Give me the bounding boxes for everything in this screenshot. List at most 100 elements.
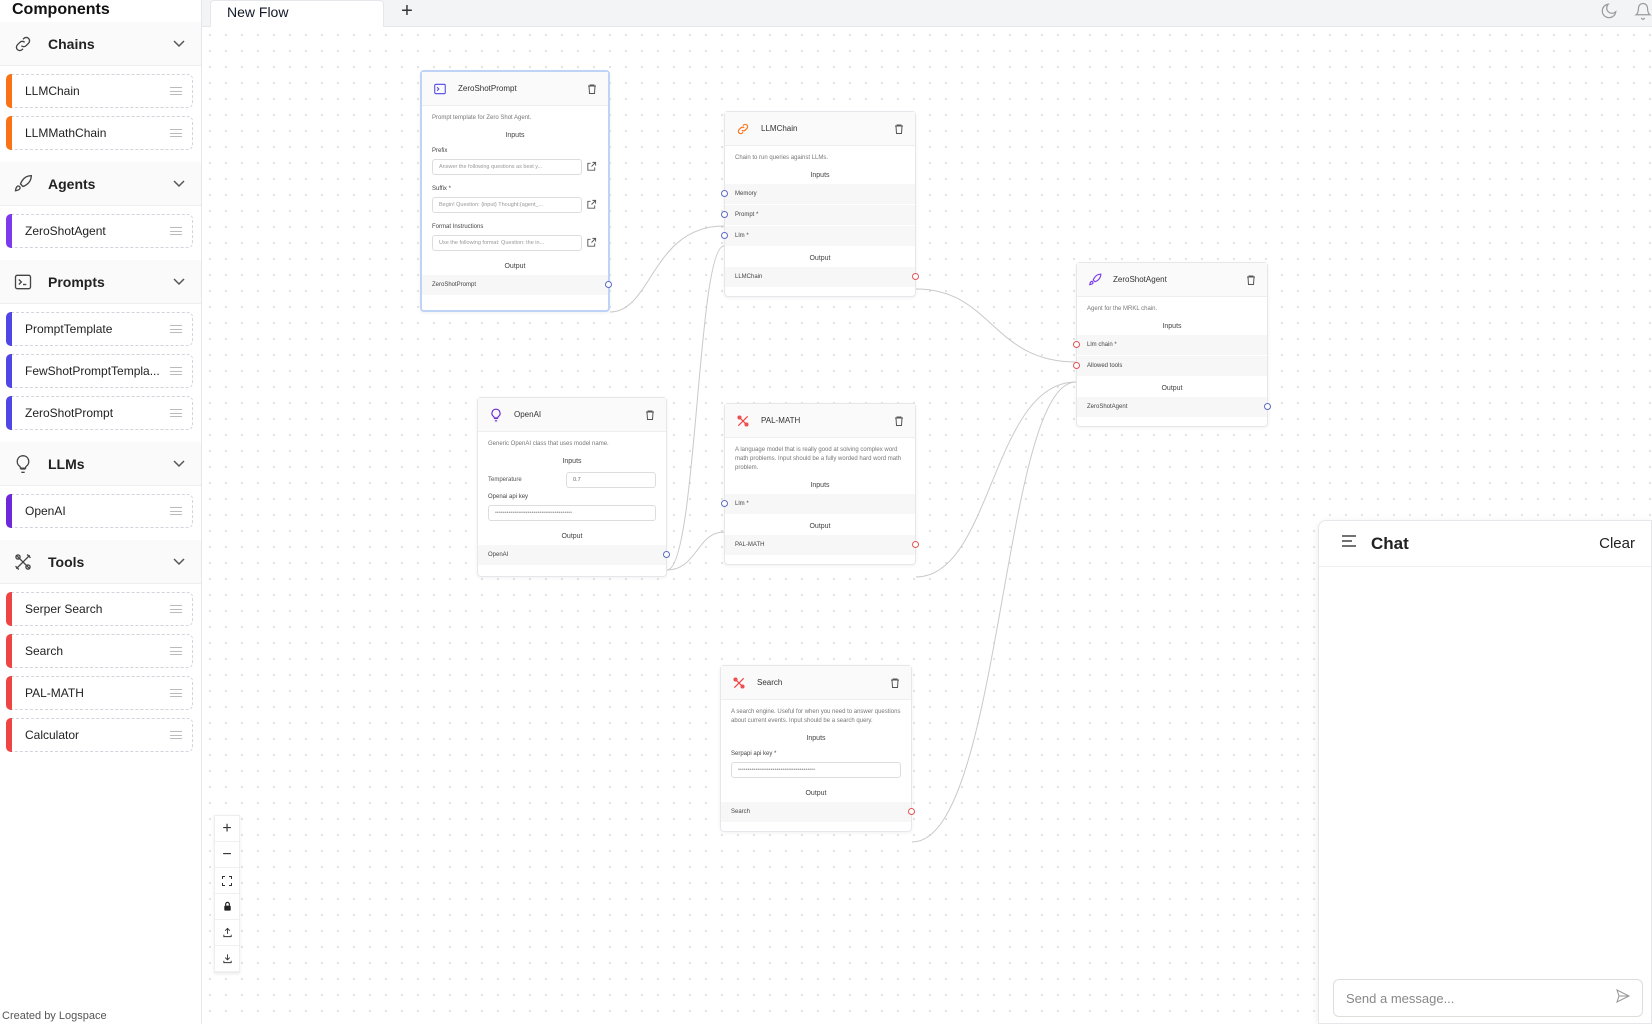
- temperature-label: Temperature: [488, 477, 522, 483]
- sidebar-item-fewshotprompttemplate[interactable]: FewShotPromptTempla...: [6, 354, 193, 388]
- clear-button[interactable]: Clear: [1599, 535, 1635, 552]
- external-link-icon[interactable]: [586, 237, 598, 250]
- node-search[interactable]: Search A search engine. Useful for when …: [720, 665, 915, 832]
- color-bar: [6, 634, 12, 668]
- category-prompts[interactable]: Prompts: [0, 260, 201, 304]
- drag-handle-icon[interactable]: [170, 367, 182, 375]
- input-row-llm: Llm *: [721, 494, 915, 514]
- node-header[interactable]: PAL-MATH: [725, 404, 915, 438]
- node-header[interactable]: OpenAI: [478, 398, 666, 432]
- node-pal-math[interactable]: PAL-MATH A language model that is really…: [721, 403, 919, 565]
- lock-icon[interactable]: [215, 894, 239, 920]
- output-handle[interactable]: [663, 551, 670, 558]
- openai-api-key-input[interactable]: ••••••••••••••••••••••••••••••••••••••••: [488, 505, 656, 521]
- trash-icon[interactable]: [889, 677, 901, 689]
- sidebar-item-search[interactable]: Search: [6, 634, 193, 668]
- edge-openai-to-llmchain: [666, 245, 725, 571]
- node-llmchain[interactable]: LLMChain Chain to run queries against LL…: [721, 111, 919, 297]
- chat-header: Chat Clear: [1319, 521, 1651, 567]
- bell-icon[interactable]: [1634, 2, 1652, 25]
- node-zeroshotagent[interactable]: ZeroShotAgent Agent for the MRKL chain. …: [1073, 262, 1271, 427]
- apikey-label: Openai api key: [488, 494, 529, 500]
- drag-handle-icon[interactable]: [170, 647, 182, 655]
- suffix-input[interactable]: Begin! Question: {input} Thought:{agent_…: [432, 197, 582, 213]
- sidebar-item-calculator[interactable]: Calculator: [6, 718, 193, 752]
- sidebar-item-prompttemplate[interactable]: PromptTemplate: [6, 312, 193, 346]
- send-icon[interactable]: [1614, 988, 1632, 1009]
- inputs-heading: Inputs: [562, 458, 582, 465]
- drag-handle-icon[interactable]: [170, 731, 182, 739]
- zoom-in-icon[interactable]: +: [215, 816, 239, 842]
- node-title: OpenAI: [514, 410, 542, 419]
- trash-icon[interactable]: [586, 83, 598, 95]
- sidebar-item-openai[interactable]: OpenAI: [6, 494, 193, 528]
- drag-handle-icon[interactable]: [170, 87, 182, 95]
- item-label: ZeroShotPrompt: [25, 406, 114, 420]
- input-handle[interactable]: [721, 190, 728, 197]
- output-handle[interactable]: [912, 541, 919, 548]
- output-handle[interactable]: [605, 281, 612, 288]
- apikey-label: Serpapi api key *: [731, 751, 777, 757]
- fit-view-icon[interactable]: [215, 868, 239, 894]
- drag-handle-icon[interactable]: [170, 227, 182, 235]
- category-label: Agents: [48, 175, 96, 192]
- trash-icon[interactable]: [1245, 274, 1257, 286]
- trash-icon[interactable]: [644, 409, 656, 421]
- drag-handle-icon[interactable]: [170, 129, 182, 137]
- trash-icon[interactable]: [893, 123, 905, 135]
- sidebar-item-llmmathchain[interactable]: LLMMathChain: [6, 116, 193, 150]
- temperature-input[interactable]: 0.7: [566, 472, 656, 488]
- input-handle[interactable]: [1073, 362, 1080, 369]
- format-instructions-input[interactable]: Use the following format: Question: the …: [432, 235, 582, 251]
- drag-handle-icon[interactable]: [170, 689, 182, 697]
- output-handle[interactable]: [912, 273, 919, 280]
- export-icon[interactable]: [215, 920, 239, 946]
- output-handle[interactable]: [908, 808, 915, 815]
- drag-handle-icon[interactable]: [170, 507, 182, 515]
- node-header[interactable]: ZeroShotPrompt: [422, 72, 608, 106]
- category-tools[interactable]: Tools: [0, 540, 201, 584]
- node-zeroshotprompt[interactable]: ZeroShotPrompt Prompt template for Zero …: [420, 70, 612, 312]
- external-link-icon[interactable]: [586, 199, 598, 212]
- drag-handle-icon[interactable]: [170, 325, 182, 333]
- output-row: ZeroShotPrompt: [422, 275, 612, 295]
- tab-new-flow[interactable]: New Flow: [210, 0, 384, 27]
- zoom-out-icon[interactable]: −: [215, 842, 239, 868]
- sidebar-item-llmchain[interactable]: LLMChain: [6, 74, 193, 108]
- output-label: ZeroShotAgent: [1087, 404, 1128, 410]
- input-handle[interactable]: [721, 232, 728, 239]
- drag-handle-icon[interactable]: [170, 409, 182, 417]
- sidebar-item-zeroshotprompt[interactable]: ZeroShotPrompt: [6, 396, 193, 430]
- sidebar-item-pal-math[interactable]: PAL-MATH: [6, 676, 193, 710]
- sidebar-item-zeroshotagent[interactable]: ZeroShotAgent: [6, 214, 193, 248]
- category-chains[interactable]: Chains: [0, 22, 201, 66]
- node-header[interactable]: Search: [721, 666, 911, 700]
- add-tab-button[interactable]: +: [396, 1, 418, 23]
- input-label: Allowed tools: [1087, 363, 1123, 369]
- inputs-heading: Inputs: [810, 482, 830, 489]
- output-row: PAL-MATH: [725, 535, 919, 555]
- node-header[interactable]: ZeroShotAgent: [1077, 263, 1267, 297]
- input-handle[interactable]: [721, 500, 728, 507]
- trash-icon[interactable]: [893, 415, 905, 427]
- output-row: Search: [721, 802, 915, 822]
- category-agents[interactable]: Agents: [0, 162, 201, 206]
- node-openai[interactable]: OpenAI Generic OpenAI class that uses mo…: [477, 397, 670, 577]
- link-icon: [735, 121, 751, 137]
- color-bar: [6, 676, 12, 710]
- external-link-icon[interactable]: [586, 161, 598, 174]
- input-label: Llm chain *: [1087, 342, 1117, 348]
- input-handle[interactable]: [1073, 341, 1080, 348]
- input-handle[interactable]: [721, 211, 728, 218]
- output-handle[interactable]: [1264, 403, 1271, 410]
- drag-handle-icon[interactable]: [170, 605, 182, 613]
- category-llms[interactable]: LLMs: [0, 442, 201, 486]
- sidebar-item-serper-search[interactable]: Serper Search: [6, 592, 193, 626]
- import-icon[interactable]: [215, 946, 239, 972]
- prefix-input[interactable]: Answer the following questions as best y…: [432, 159, 582, 175]
- serpapi-api-key-input[interactable]: ••••••••••••••••••••••••••••••••••••••••: [731, 762, 901, 778]
- node-description: Agent for the MRKL chain.: [1087, 306, 1158, 312]
- node-header[interactable]: LLMChain: [725, 112, 915, 146]
- message-input[interactable]: [1346, 990, 1614, 1006]
- moon-icon[interactable]: [1600, 2, 1618, 25]
